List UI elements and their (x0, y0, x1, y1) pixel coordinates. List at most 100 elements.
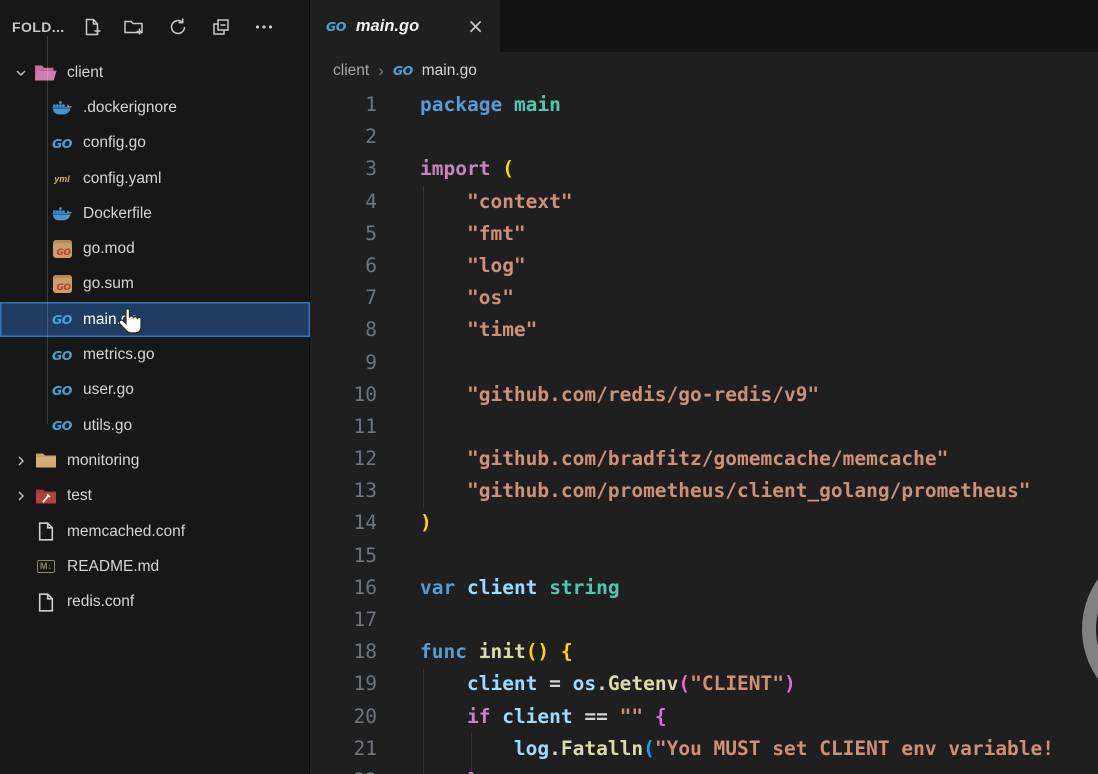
code-line-21[interactable]: 21 log.Fatalln("You MUST set CLIENT env … (310, 733, 1098, 765)
tree-item-dockerfile[interactable]: Dockerfile (0, 196, 310, 231)
code-line-14[interactable]: 14) (310, 507, 1098, 539)
token-ty: main (514, 93, 561, 116)
code-line-9[interactable]: 9 (310, 347, 1098, 379)
line-number: 10 (310, 379, 377, 411)
tree-item-config-yaml[interactable]: ymlconfig.yaml (0, 161, 310, 196)
go-file-icon: GO (393, 63, 413, 78)
tree-item-label: test (67, 487, 92, 505)
markdown-icon: M↓ (37, 560, 55, 573)
code-line-3[interactable]: 3import ( (310, 153, 1098, 185)
tree-item-memcached-conf[interactable]: memcached.conf (0, 514, 310, 549)
tree-item-monitoring[interactable]: monitoring (0, 443, 310, 478)
go-icon: GO (52, 418, 72, 433)
tree-item-utils-go[interactable]: GOutils.go (0, 408, 310, 443)
token-b2: { (655, 705, 667, 728)
tree-item-label: main.go (83, 311, 138, 329)
go-icon: GO (52, 383, 72, 398)
code-line-6[interactable]: 6 "log" (310, 250, 1098, 282)
explorer-title: FOLD... (12, 19, 65, 35)
token-pl (420, 190, 467, 213)
breadcrumb-folder[interactable]: client (333, 62, 369, 80)
icon-slot: M↓ (34, 560, 58, 573)
tree-item-test[interactable]: test (0, 479, 310, 514)
breadcrumb-file[interactable]: main.go (422, 62, 477, 80)
yaml-icon: yml (54, 174, 70, 184)
token-b2: ( (678, 672, 690, 695)
line-number: 13 (310, 475, 377, 507)
token-pl: = (537, 672, 572, 695)
refresh-explorer-button[interactable] (167, 16, 189, 38)
token-b1: ) (420, 511, 432, 534)
token-pl (420, 705, 467, 728)
token-st: "os" (467, 286, 514, 309)
collapse-all-button[interactable] (210, 16, 232, 38)
token-fn: init (479, 640, 526, 663)
code-line-18[interactable]: 18func init() { (310, 636, 1098, 668)
chevron-right-icon (13, 453, 29, 469)
token-pl: == (573, 705, 620, 728)
new-folder-button[interactable] (124, 16, 146, 38)
collapse-all-icon (210, 16, 232, 38)
tree-item-label: Dockerfile (83, 205, 152, 223)
token-st: "context" (467, 190, 573, 213)
tree-item-main-go[interactable]: GOmain.go (0, 302, 310, 337)
code-line-12[interactable]: 12 "github.com/bradfitz/gomemcache/memca… (310, 443, 1098, 475)
token-st: "" (620, 705, 643, 728)
token-pl (420, 286, 467, 309)
tree-item-label: .dockerignore (83, 99, 177, 117)
code-line-2[interactable]: 2 (310, 121, 1098, 153)
new-file-button[interactable] (81, 16, 103, 38)
line-number: 21 (310, 733, 377, 765)
more-actions-button[interactable] (253, 16, 275, 38)
code-line-7[interactable]: 7 "os" (310, 282, 1098, 314)
token-pl (467, 640, 479, 663)
code-text (377, 411, 420, 443)
code-line-22[interactable]: 22 } (310, 765, 1098, 774)
line-number: 15 (310, 540, 377, 572)
token-pl (549, 640, 561, 663)
vscode-window: FOLD... client.dockerignoreGOconfig.goym… (0, 0, 1098, 774)
tree-item-config-go[interactable]: GOconfig.go (0, 126, 310, 161)
code-line-15[interactable]: 15 (310, 540, 1098, 572)
tree-item-client[interactable]: client (0, 55, 310, 90)
code-line-16[interactable]: 16var client string (310, 572, 1098, 604)
code-line-11[interactable]: 11 (310, 411, 1098, 443)
code-text: ) (377, 507, 432, 539)
tree-item--dockerignore[interactable]: .dockerignore (0, 90, 310, 125)
code-line-17[interactable]: 17 (310, 604, 1098, 636)
code-line-8[interactable]: 8 "time" (310, 314, 1098, 346)
token-b3: ( (643, 737, 655, 760)
tree-item-go-mod[interactable]: GOgo.mod (0, 231, 310, 266)
code-line-20[interactable]: 20 if client == "" { (310, 701, 1098, 733)
code-text: } (377, 765, 479, 774)
token-b1: ( (502, 157, 514, 180)
code-editor[interactable]: 1package main23import (4 "context"5 "fmt… (310, 89, 1098, 774)
code-line-10[interactable]: 10 "github.com/redis/go-redis/v9" (310, 379, 1098, 411)
code-line-19[interactable]: 19 client = os.Getenv("CLIENT") (310, 668, 1098, 700)
tree-item-redis-conf[interactable]: redis.conf (0, 584, 310, 619)
tree-item-label: README.md (67, 558, 159, 576)
code-line-13[interactable]: 13 "github.com/prometheus/client_golang/… (310, 475, 1098, 507)
line-number: 18 (310, 636, 377, 668)
code-text: "github.com/bradfitz/gomemcache/memcache… (377, 443, 948, 475)
go-icon: GO (52, 136, 72, 151)
tree-item-go-sum[interactable]: GOgo.sum (0, 267, 310, 302)
code-text: "os" (377, 282, 514, 314)
tree-item-user-go[interactable]: GOuser.go (0, 373, 310, 408)
tab-close-icon[interactable]: × (467, 16, 484, 36)
icon-slot (34, 593, 58, 612)
chevron-right-icon (8, 488, 34, 504)
token-vr: client (502, 705, 572, 728)
tab-main-go[interactable]: GO main.go × (310, 0, 500, 52)
code-line-1[interactable]: 1package main (310, 89, 1098, 121)
code-text: package main (377, 89, 561, 121)
tree-item-readme-md[interactable]: M↓ README.md (0, 549, 310, 584)
code-line-5[interactable]: 5 "fmt" (310, 218, 1098, 250)
explorer-header: FOLD... (0, 0, 309, 54)
tree-item-label: monitoring (67, 452, 139, 470)
icon-slot (34, 63, 58, 82)
code-line-4[interactable]: 4 "context" (310, 186, 1098, 218)
code-text (377, 540, 420, 572)
line-number: 16 (310, 572, 377, 604)
tree-item-metrics-go[interactable]: GOmetrics.go (0, 337, 310, 372)
